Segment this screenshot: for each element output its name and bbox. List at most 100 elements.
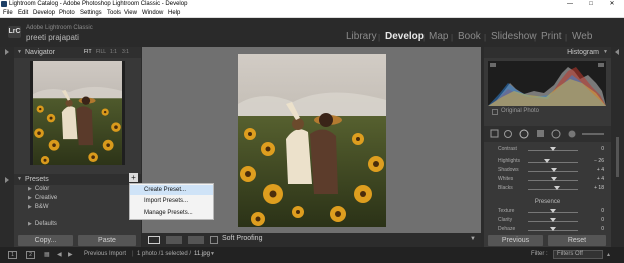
clarity-thumb[interactable] — [550, 218, 556, 222]
toolbar: Soft Proofing ▼ — [142, 233, 481, 247]
zoom-1-1[interactable]: 1:1 — [110, 47, 117, 58]
crop-tool-icon[interactable] — [490, 129, 499, 138]
toolbar-menu-chevron-icon[interactable]: ▼ — [470, 236, 476, 242]
identity-plate: LrC Adobe Lightroom Classic preeti praja… — [0, 19, 624, 47]
grid-icon[interactable]: ▦ — [44, 251, 50, 258]
zoom-fill[interactable]: FILL — [96, 47, 106, 58]
presets-header[interactable]: ▼ Presets + — [14, 173, 141, 185]
module-web[interactable]: Web — [572, 31, 592, 42]
menu-help[interactable]: Help — [168, 9, 180, 18]
module-map[interactable]: Map — [429, 31, 448, 42]
menu-develop[interactable]: Develop — [33, 9, 55, 18]
minimize-button[interactable]: — — [563, 0, 577, 9]
second-screen-button[interactable]: 2 — [26, 251, 35, 259]
tool-strip-slider[interactable] — [582, 133, 604, 135]
filter-lock-icon[interactable]: ▴ — [607, 251, 610, 258]
menu-view[interactable]: View — [124, 9, 137, 18]
create-preset-item[interactable]: Create Preset... — [130, 185, 213, 195]
compare-view-icon[interactable] — [188, 236, 204, 244]
left-panel-collapse-strip[interactable] — [0, 47, 14, 247]
module-print[interactable]: Print — [541, 31, 562, 42]
radial-filter-icon[interactable] — [551, 129, 561, 139]
spot-removal-icon[interactable] — [504, 130, 512, 138]
menu-photo[interactable]: Photo — [59, 9, 75, 18]
loupe-view-icon[interactable] — [148, 236, 160, 244]
module-book[interactable]: Book — [458, 31, 481, 42]
filmstrip-count: 1 photo /1 selected / — [137, 251, 192, 257]
preset-group-creative[interactable]: ▶ Creative — [28, 195, 57, 201]
presence-title: Presence — [534, 199, 561, 205]
zoom-3-1[interactable]: 3:1 — [122, 47, 129, 58]
forward-arrow-icon[interactable]: ▶ — [68, 251, 73, 258]
shadow-clipping-icon[interactable] — [490, 63, 496, 67]
left-panel: ▼ Navigator FIT FILL 1:1 3:1 ▼ Presets +… — [14, 47, 141, 247]
menu-window[interactable]: Window — [142, 9, 163, 18]
presets-context-menu: Create Preset... Import Presets... Manag… — [129, 183, 214, 220]
preset-group-defaults[interactable]: ▶ Defaults — [28, 221, 57, 227]
highlights-slider[interactable] — [528, 162, 578, 163]
module-library[interactable]: Library — [346, 31, 377, 42]
reset-button[interactable]: Reset — [548, 235, 606, 246]
clarity-value[interactable]: 0 — [584, 217, 604, 223]
graduated-filter-icon[interactable] — [537, 130, 544, 137]
adjustment-brush-icon[interactable] — [568, 130, 576, 138]
title-bar: Lightroom Catalog - Adobe Photoshop Ligh… — [0, 0, 624, 9]
menu-tools[interactable]: Tools — [107, 9, 121, 18]
main-screen-button[interactable]: 1 — [8, 251, 17, 259]
filter-select[interactable]: Filters Off — [553, 250, 603, 259]
texture-value[interactable]: 0 — [584, 208, 604, 214]
contrast-label: Contrast — [498, 146, 517, 152]
add-preset-icon[interactable]: + — [129, 173, 138, 182]
highlights-label: Highlights — [498, 158, 520, 164]
filmstrip-source[interactable]: Previous Import — [84, 251, 126, 257]
filename-chevron-icon[interactable]: ▼ — [210, 251, 215, 257]
soft-proofing-checkbox[interactable] — [210, 236, 218, 244]
blacks-value[interactable]: + 18 — [584, 185, 604, 191]
blacks-thumb[interactable] — [554, 186, 560, 190]
navigator-header[interactable]: ▼ Navigator FIT FILL 1:1 3:1 — [14, 47, 141, 58]
contrast-value[interactable]: 0 — [584, 146, 604, 152]
paste-settings-button[interactable]: Paste — [78, 235, 136, 246]
histogram-title: Histogram — [567, 49, 599, 56]
texture-label: Texture — [498, 208, 515, 214]
menu-settings[interactable]: Settings — [80, 9, 102, 18]
previous-button[interactable]: Previous — [488, 235, 543, 246]
histogram-graph[interactable] — [488, 61, 606, 106]
navigator-preview[interactable] — [30, 61, 125, 165]
preset-group-bw[interactable]: ▶ B&W — [28, 204, 49, 210]
zoom-fit[interactable]: FIT — [84, 47, 92, 58]
close-button[interactable]: ✕ — [605, 0, 619, 9]
whites-label: Whites — [498, 176, 514, 182]
highlights-value[interactable]: − 26 — [584, 158, 604, 164]
shadows-value[interactable]: + 4 — [584, 167, 604, 173]
module-slideshow[interactable]: Slideshow — [491, 31, 537, 42]
preset-group-color[interactable]: ▶ Color — [28, 186, 49, 192]
main-photo[interactable] — [238, 54, 386, 227]
whites-value[interactable]: + 4 — [584, 176, 604, 182]
highlight-clipping-icon[interactable] — [598, 63, 604, 67]
texture-thumb[interactable] — [550, 209, 556, 213]
right-panel-collapse-strip[interactable] — [611, 47, 624, 247]
shadows-label: Shadows — [498, 167, 519, 173]
histogram-header[interactable]: Histogram ▼ — [484, 47, 611, 58]
whites-thumb[interactable] — [551, 177, 557, 181]
dehaze-value[interactable]: 0 — [584, 226, 604, 232]
import-presets-item[interactable]: Import Presets... — [130, 196, 213, 206]
menu-edit[interactable]: Edit — [18, 9, 28, 18]
red-eye-icon[interactable] — [519, 129, 529, 139]
shadows-thumb[interactable] — [551, 168, 557, 172]
blacks-slider[interactable] — [528, 189, 578, 190]
filmstrip-bar: 1 2 ▦ ◀ ▶ Previous Import | 1 photo /1 s… — [0, 247, 624, 263]
filmstrip-filename: 11.jpg — [194, 251, 210, 257]
maximize-button[interactable]: □ — [584, 0, 598, 9]
dehaze-thumb[interactable] — [550, 227, 556, 231]
copy-settings-button[interactable]: Copy... — [18, 235, 73, 246]
before-after-icon[interactable] — [166, 236, 182, 244]
contrast-thumb[interactable] — [550, 147, 556, 151]
highlights-thumb[interactable] — [544, 159, 550, 163]
menu-file[interactable]: File — [3, 9, 13, 18]
original-photo-checkbox[interactable] — [492, 109, 498, 115]
manage-presets-item[interactable]: Manage Presets... — [130, 208, 213, 218]
back-arrow-icon[interactable]: ◀ — [57, 251, 62, 258]
module-develop[interactable]: Develop — [385, 31, 424, 42]
